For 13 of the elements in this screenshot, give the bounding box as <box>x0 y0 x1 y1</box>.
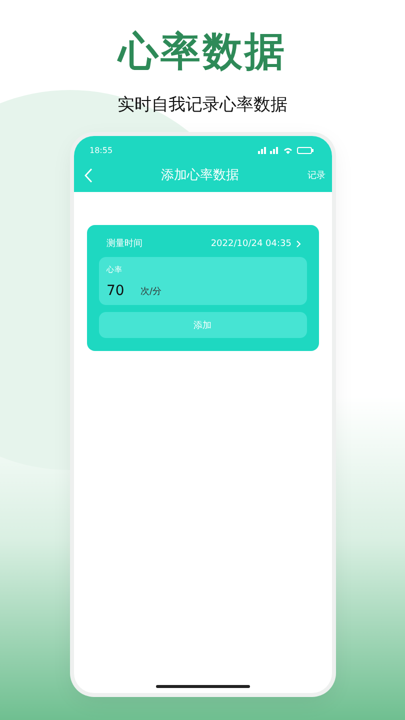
status-time: 18:55 <box>90 146 113 155</box>
page-subtitle: 实时自我记录心率数据 <box>118 94 288 116</box>
date-picker[interactable]: 2022/10/24 04:35 <box>210 238 300 248</box>
unit-label: 次/分 <box>140 286 162 298</box>
chevron-icon <box>296 240 300 248</box>
records-link[interactable]: 记录 <box>308 168 326 182</box>
screen-title: 添加心率数据 <box>161 167 239 184</box>
status-icons <box>258 147 316 154</box>
back-icon[interactable] <box>84 168 92 182</box>
add-button[interactable]: 添加 <box>98 312 306 338</box>
page-title: 心率数据 <box>118 28 286 77</box>
time-label: 测量时间 <box>106 238 142 250</box>
heart-rate-input[interactable]: 70 <box>106 283 132 299</box>
